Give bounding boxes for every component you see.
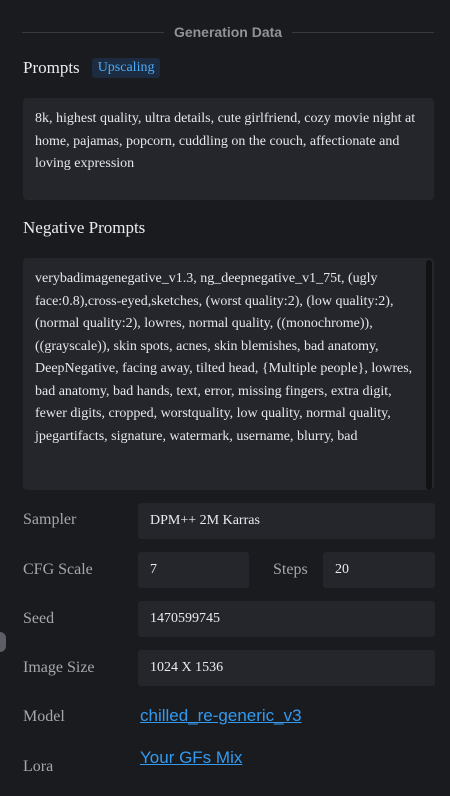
cfg-scale-label: CFG Scale bbox=[23, 561, 93, 578]
sampler-value: DPM++ 2M Karras bbox=[150, 513, 260, 528]
side-drag-handle[interactable] bbox=[0, 632, 6, 652]
divider-line-left bbox=[22, 31, 164, 33]
upscaling-badge: Upscaling bbox=[91, 58, 161, 78]
seed-field: 1470599745 bbox=[138, 601, 435, 637]
seed-value: 1470599745 bbox=[150, 611, 220, 626]
steps-field: 20 bbox=[323, 552, 435, 588]
steps-label: Steps bbox=[273, 561, 308, 578]
model-link[interactable]: chilled_re-generic_v3 bbox=[140, 706, 302, 726]
seed-label: Seed bbox=[23, 610, 55, 627]
sampler-label: Sampler bbox=[23, 511, 77, 528]
cfg-scale-field: 7 bbox=[138, 552, 249, 588]
image-size-value: 1024 X 1536 bbox=[150, 660, 224, 675]
cfg-scale-value: 7 bbox=[150, 562, 157, 577]
divider-line-right bbox=[292, 31, 435, 33]
section-header: Generation Data bbox=[22, 22, 435, 42]
lora-label: Lora bbox=[23, 758, 54, 775]
prompt-text: 8k, highest quality, ultra details, cute… bbox=[35, 111, 416, 171]
lora-link[interactable]: Your GFs Mix bbox=[140, 748, 242, 768]
image-size-label: Image Size bbox=[23, 659, 95, 676]
negative-prompts-header: Negative Prompts bbox=[23, 218, 145, 238]
model-label: Model bbox=[23, 708, 65, 725]
section-title: Generation Data bbox=[173, 24, 283, 40]
negative-prompt-scrollbar[interactable] bbox=[426, 260, 432, 490]
negative-prompt-text: verybadimagenegative_v1.3, ng_deepnegati… bbox=[35, 271, 413, 444]
prompt-text-box[interactable]: 8k, highest quality, ultra details, cute… bbox=[23, 98, 434, 200]
negative-prompts-label: Negative Prompts bbox=[23, 218, 146, 237]
steps-value: 20 bbox=[335, 562, 349, 577]
image-size-field: 1024 X 1536 bbox=[138, 650, 435, 686]
prompts-header: Prompts Upscaling bbox=[23, 58, 161, 78]
prompts-label: Prompts bbox=[23, 58, 80, 77]
sampler-field: DPM++ 2M Karras bbox=[138, 503, 435, 539]
negative-prompt-text-box[interactable]: verybadimagenegative_v1.3, ng_deepnegati… bbox=[23, 258, 434, 490]
